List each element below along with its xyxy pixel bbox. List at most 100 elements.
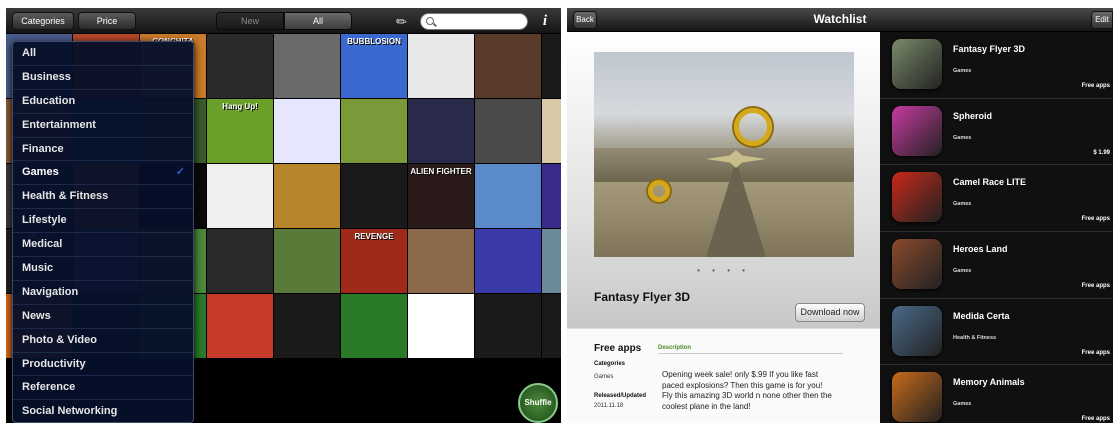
app-tile[interactable]: BUBBLOSION: [341, 34, 407, 98]
category-label: Health & Fitness: [22, 190, 109, 203]
app-tile[interactable]: [542, 294, 561, 358]
app-price: Free apps: [1081, 83, 1110, 89]
watchlist-row[interactable]: Memory Animals Games Free apps: [880, 365, 1113, 423]
app-price: $ 1.99: [1093, 149, 1110, 156]
app-tile[interactable]: [475, 34, 541, 98]
category-item[interactable]: Medical: [13, 233, 193, 258]
search-input[interactable]: [439, 15, 525, 28]
description-heading: Description: [658, 345, 692, 351]
info-icon[interactable]: i: [539, 12, 551, 30]
shuffle-button[interactable]: Shuffle: [518, 383, 558, 423]
app-tile[interactable]: [475, 164, 541, 228]
category-item[interactable]: Social Networking: [13, 400, 193, 422]
category-label: Reference: [22, 381, 76, 394]
app-tile[interactable]: [274, 229, 340, 293]
app-tile[interactable]: [341, 164, 407, 228]
download-button[interactable]: Download now: [795, 303, 865, 322]
watchlist-row[interactable]: Heroes Land Games Free apps: [880, 232, 1113, 299]
category-label: Education: [22, 94, 76, 107]
segment-new[interactable]: New: [216, 12, 284, 30]
app-name: Heroes Land: [953, 244, 1008, 255]
app-tile[interactable]: [207, 229, 273, 293]
category-item[interactable]: Navigation: [13, 281, 193, 305]
category-item[interactable]: Finance: [13, 138, 193, 162]
category-label: Lifestyle: [22, 214, 67, 227]
app-tile-label: SUM!: [544, 167, 561, 176]
paperclip-icon[interactable]: ✎: [392, 11, 413, 31]
app-tile[interactable]: [542, 229, 561, 293]
app-screenshot: [594, 52, 854, 257]
search-field[interactable]: [420, 13, 528, 30]
app-tile[interactable]: [207, 34, 273, 98]
category-item[interactable]: Productivity: [13, 353, 193, 377]
app-price: Free apps: [1081, 283, 1110, 290]
app-tile-label: REVENGE: [354, 232, 394, 241]
category-item[interactable]: All: [13, 42, 193, 66]
categories-button[interactable]: Categories: [12, 12, 74, 30]
watchlist-row[interactable]: Medida Certa Health & Fitness Free apps: [880, 299, 1113, 366]
app-name: Fantasy Flyer 3D: [953, 44, 1026, 54]
app-tile-label: ALIEN FIGHTER: [410, 167, 472, 176]
app-icon: [892, 305, 942, 356]
app-tile[interactable]: [341, 99, 407, 163]
app-tile[interactable]: [475, 294, 541, 358]
category-item[interactable]: News: [13, 305, 193, 329]
released-label: Released/Updated: [594, 393, 647, 399]
category-label: News: [22, 309, 51, 322]
category-item[interactable]: Lifestyle: [13, 209, 193, 234]
app-tile[interactable]: [207, 164, 273, 228]
category-label: Finance: [22, 142, 64, 155]
app-tile[interactable]: [274, 99, 340, 163]
category-label: Photo & Video: [22, 333, 97, 346]
watchlist-list: Fantasy Flyer 3D Games Free apps Spheroid Ga…: [880, 32, 1113, 423]
category-item[interactable]: Entertainment: [13, 114, 193, 138]
app-tile[interactable]: [408, 229, 474, 293]
page-indicator[interactable]: • • • •: [567, 266, 880, 275]
category-item[interactable]: Health & Fitness: [13, 185, 193, 210]
app-tile-label: TAICHI: [544, 102, 561, 111]
watchlist-row[interactable]: Camel Race LITE Games Free apps: [880, 165, 1113, 233]
search-icon: [426, 17, 434, 25]
segment-all[interactable]: All: [284, 12, 352, 30]
watchlist-row[interactable]: Spheroid Games $ 1.99: [880, 99, 1113, 166]
page-title: Watchlist: [813, 12, 867, 26]
category-item[interactable]: Reference: [13, 376, 193, 401]
app-tile[interactable]: [542, 34, 561, 98]
description-text: Opening week sale! only $.99 If you like…: [662, 370, 832, 411]
app-name: Camel Race LITE: [953, 177, 1027, 188]
app-tile[interactable]: TAICHI: [542, 99, 561, 163]
app-tile[interactable]: Hang Up!: [207, 99, 273, 163]
watchlist-row[interactable]: Fantasy Flyer 3D Games Free apps: [880, 32, 1113, 99]
app-tile[interactable]: [274, 34, 340, 98]
edit-button[interactable]: Edit: [1091, 11, 1113, 29]
app-detail-panel: • • • • Fantasy Flyer 3D Download now Fr…: [567, 32, 880, 423]
category-item[interactable]: Games ✓: [13, 161, 193, 186]
categories-label: Categories: [594, 361, 626, 367]
app-tile[interactable]: SUM!: [542, 164, 561, 228]
app-tile[interactable]: ALIEN FIGHTER: [408, 164, 474, 228]
screenshot-carousel[interactable]: • • • • Fantasy Flyer 3D Download now: [567, 32, 880, 328]
app-category: Games: [953, 68, 972, 74]
app-tile[interactable]: [408, 294, 474, 358]
category-item[interactable]: Music: [13, 257, 193, 281]
gold-ring-icon: [648, 180, 670, 202]
category-item[interactable]: Photo & Video: [13, 329, 193, 353]
category-label: Productivity: [22, 357, 86, 370]
category-label: Medical: [22, 238, 63, 251]
category-label: Games: [22, 166, 59, 179]
app-icon: [892, 372, 942, 423]
app-tile[interactable]: [475, 229, 541, 293]
category-item[interactable]: Business: [13, 66, 193, 90]
app-tile[interactable]: [408, 99, 474, 163]
watchlist-screen: Back Watchlist Edit • • • • Fantasy Flye…: [567, 8, 1113, 423]
app-tile[interactable]: [207, 294, 273, 358]
price-button[interactable]: Price: [78, 12, 136, 30]
price-label: Free apps: [594, 343, 642, 354]
app-tile[interactable]: [274, 164, 340, 228]
app-tile[interactable]: [341, 294, 407, 358]
app-tile[interactable]: REVENGE: [341, 229, 407, 293]
category-item[interactable]: Education: [13, 90, 193, 114]
app-tile[interactable]: [475, 99, 541, 163]
app-tile[interactable]: [274, 294, 340, 358]
app-tile[interactable]: [408, 34, 474, 98]
